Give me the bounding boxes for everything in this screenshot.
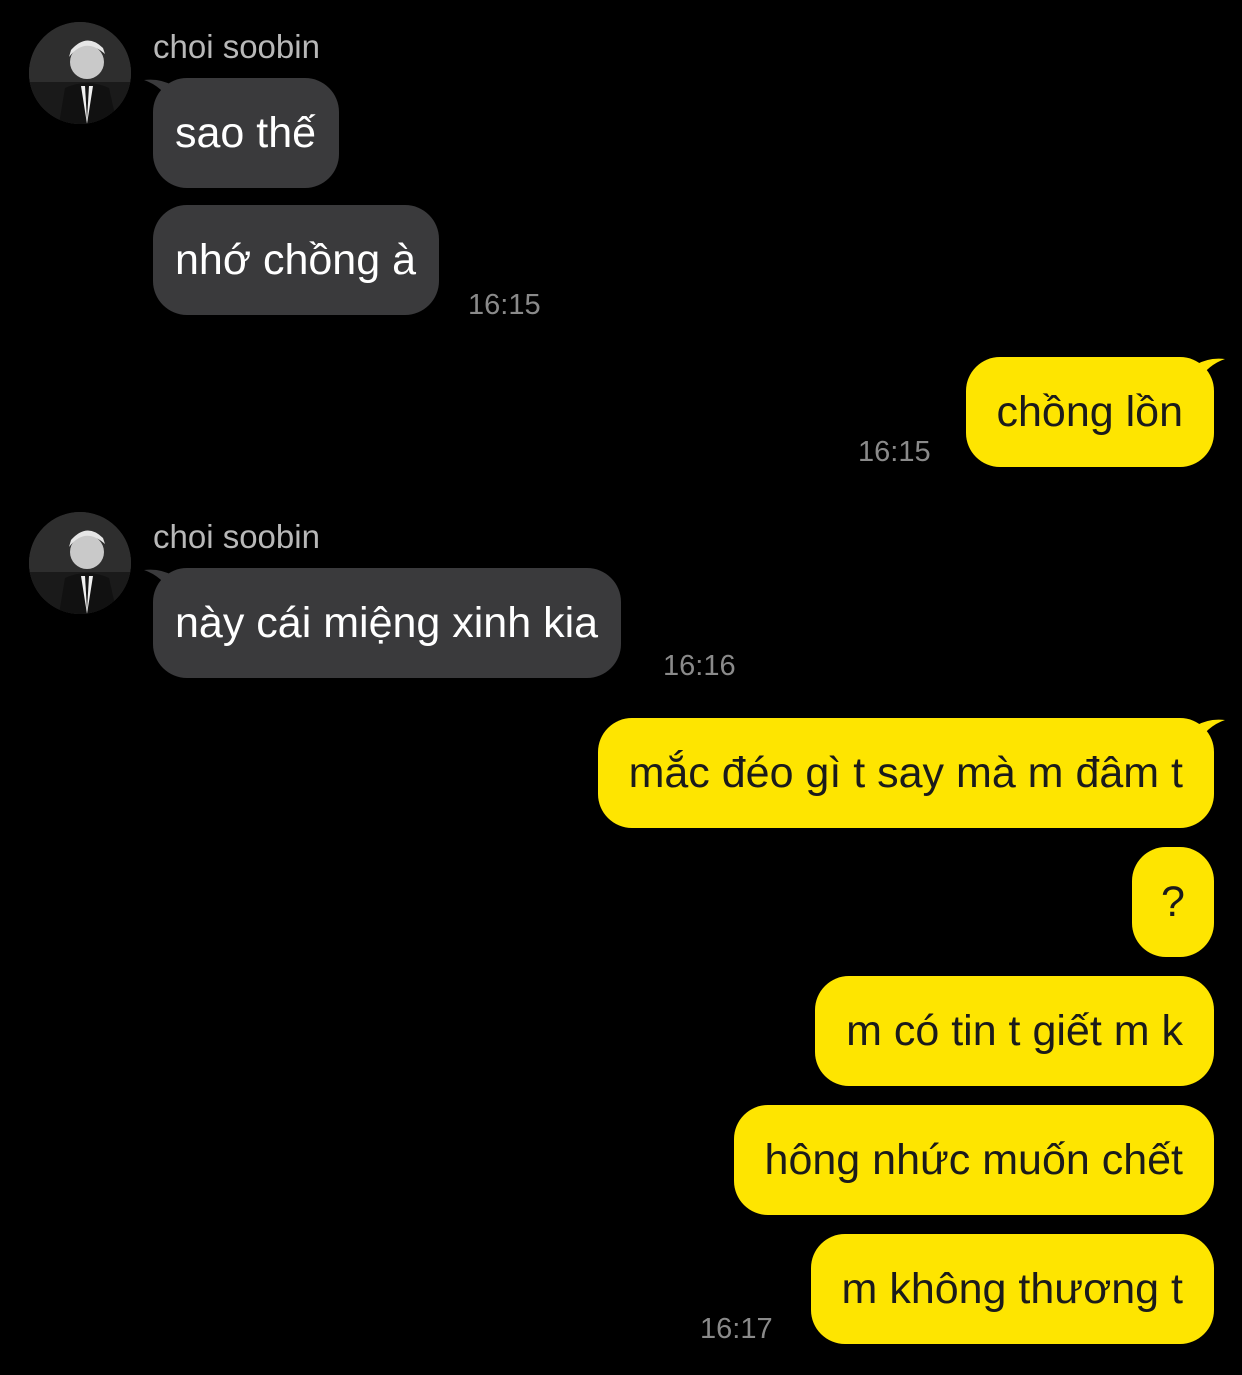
outgoing-message-bubble[interactable]: hông nhức muốn chết [733, 1105, 1214, 1215]
outgoing-message-bubble[interactable]: mắc đéo gì t say mà m đâm t [597, 718, 1225, 828]
message-text: ? [1161, 878, 1185, 926]
sender-name: choi soobin [153, 518, 320, 555]
message-text: mắc đéo gì t say mà m đâm t [628, 749, 1183, 797]
avatar-photo [29, 512, 131, 614]
sender-avatar[interactable] [29, 512, 131, 614]
incoming-message-bubble[interactable]: nhớ chồng à [153, 205, 439, 315]
outgoing-message-bubble[interactable]: m có tin t giết m k [815, 976, 1214, 1086]
message-timestamp: 16:15 [858, 436, 931, 468]
incoming-message-bubble[interactable]: sao thế [144, 78, 340, 188]
message-text: hông nhức muốn chết [764, 1136, 1183, 1184]
message-timestamp: 16:16 [663, 650, 736, 682]
message-text: chồng lồn [996, 388, 1184, 436]
incoming-message-bubble[interactable]: này cái miệng xinh kia [144, 568, 622, 678]
sender-avatar[interactable] [29, 22, 131, 124]
message-text: này cái miệng xinh kia [175, 599, 599, 647]
avatar-photo [29, 22, 131, 124]
message-timestamp: 16:17 [700, 1313, 773, 1345]
bubble-tail [1195, 719, 1225, 746]
message-text: m có tin t giết m k [846, 1007, 1183, 1055]
message-text: nhớ chồng à [175, 236, 416, 284]
outgoing-message-bubble[interactable]: chồng lồn [965, 357, 1225, 467]
message-text: sao thế [175, 109, 317, 157]
bubble-tail [144, 569, 174, 596]
message-text: m không thương t [841, 1265, 1183, 1313]
bubble-tail [144, 79, 174, 106]
sender-name: choi soobin [153, 28, 320, 65]
outgoing-message-bubble[interactable]: ? [1132, 847, 1214, 957]
outgoing-message-bubble[interactable]: m không thương t [810, 1234, 1214, 1344]
bubble-tail [1195, 358, 1225, 385]
message-timestamp: 16:15 [468, 289, 541, 321]
